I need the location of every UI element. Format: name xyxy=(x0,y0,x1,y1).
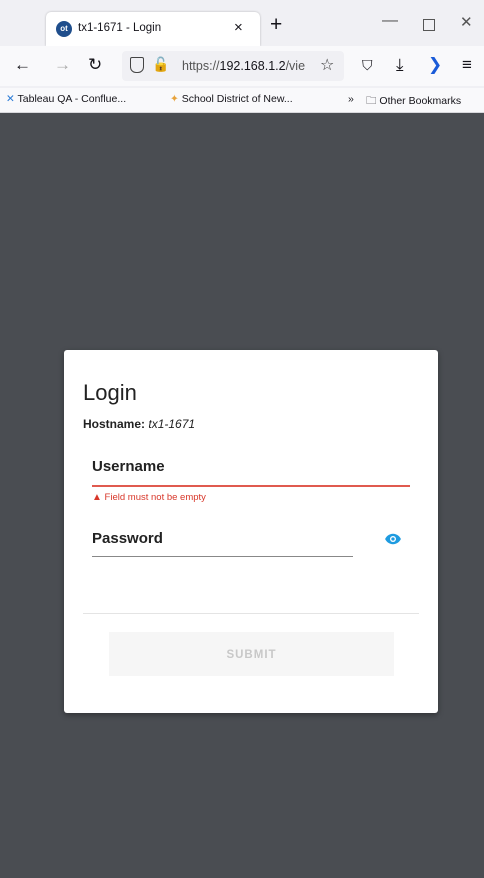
hostname-label: Hostname: xyxy=(83,417,146,431)
menu-icon[interactable]: ≡ xyxy=(462,55,472,75)
password-field[interactable]: Password xyxy=(92,530,353,557)
show-password-eye-icon[interactable] xyxy=(384,530,402,548)
school-icon: ✦ xyxy=(170,93,179,105)
username-label: Username xyxy=(92,458,165,475)
tab-strip: ot tx1-1671 - Login × + — ✕ xyxy=(0,0,484,46)
bookmark-tableau-qa[interactable]: ✕ Tableau QA - Conflue... xyxy=(6,93,126,105)
maximize-icon[interactable] xyxy=(423,19,435,31)
username-field[interactable]: Username ▲ Field must not be empty xyxy=(92,458,410,503)
confluence-icon: ✕ xyxy=(6,93,15,105)
forward-icon[interactable]: → xyxy=(54,55,71,75)
close-window-icon[interactable]: ✕ xyxy=(460,13,473,31)
back-icon[interactable]: ← xyxy=(14,55,31,75)
download-icon[interactable]: ⤓ xyxy=(396,55,404,75)
username-underline xyxy=(92,485,410,487)
hostname-value: tx1-1671 xyxy=(148,417,196,431)
tracking-shield-icon[interactable] xyxy=(130,57,144,73)
minimize-icon[interactable]: — xyxy=(382,12,398,30)
tab-login[interactable]: ot tx1-1671 - Login × xyxy=(46,12,260,46)
close-tab-icon[interactable]: × xyxy=(234,19,243,36)
bookmarks-overflow-icon[interactable]: » xyxy=(348,93,354,105)
password-underline xyxy=(92,556,353,557)
folder-icon: 🗀 xyxy=(366,95,377,107)
login-card: Login Hostname: tx1-1671 Username ▲ Fiel… xyxy=(64,350,438,713)
warning-icon: ▲ xyxy=(92,492,102,503)
site-favicon-icon: ot xyxy=(56,21,72,37)
card-divider xyxy=(83,613,419,614)
insecure-lock-icon[interactable]: 🔓 xyxy=(152,56,169,73)
url-text[interactable]: https://192.168.1.2/vie xyxy=(182,59,312,73)
extension-icon[interactable]: ❯ xyxy=(428,55,442,75)
hostname-line: Hostname: tx1-1671 xyxy=(83,417,195,431)
bookmark-school-district[interactable]: ✦ School District of New... xyxy=(170,93,293,105)
reload-icon[interactable]: ↻ xyxy=(88,55,102,75)
new-tab-button[interactable]: + xyxy=(270,13,282,37)
username-error: ▲ Field must not be empty xyxy=(92,492,206,503)
other-bookmarks[interactable]: 🗀 Other Bookmarks xyxy=(366,93,461,111)
bookmarks-bar: ✕ Tableau QA - Conflue... ✦ School Distr… xyxy=(0,88,484,113)
url-bar[interactable]: 🔓 https://192.168.1.2/vie ☆ xyxy=(122,51,344,81)
username-error-text: Field must not be empty xyxy=(104,492,206,503)
pocket-icon[interactable]: ⛉ xyxy=(362,57,373,74)
password-label: Password xyxy=(92,530,163,547)
bookmark-star-icon[interactable]: ☆ xyxy=(320,55,334,75)
submit-button[interactable]: SUBMIT xyxy=(109,632,394,676)
navigation-bar: ← → ↻ 🔓 https://192.168.1.2/vie ☆ ⛉ ⤓ ❯ … xyxy=(0,46,484,86)
login-title: Login xyxy=(83,380,137,405)
tab-title: tx1-1671 - Login xyxy=(78,22,162,34)
browser-chrome: ot tx1-1671 - Login × + — ✕ ← → ↻ 🔓 http… xyxy=(0,0,484,113)
